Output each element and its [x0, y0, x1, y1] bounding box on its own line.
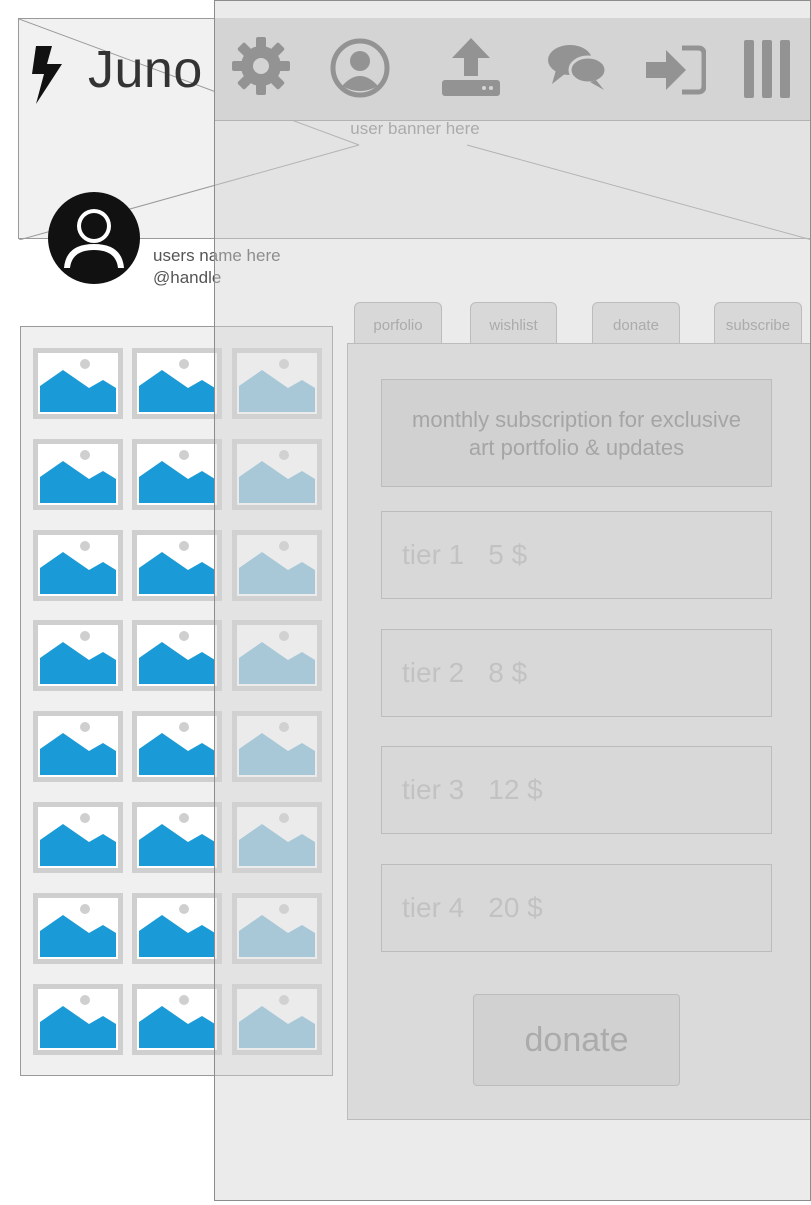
image-placeholder-icon[interactable] — [132, 802, 222, 873]
donate-button[interactable]: donate — [473, 994, 680, 1086]
image-placeholder-icon[interactable] — [132, 438, 222, 510]
image-placeholder-icon[interactable] — [132, 620, 222, 692]
image-placeholder-icon[interactable] — [132, 348, 222, 419]
tier-option-1[interactable]: tier 1 5 $ — [381, 511, 772, 599]
tab-donate[interactable]: donate — [592, 302, 680, 344]
image-placeholder-icon[interactable] — [232, 348, 322, 419]
tier-option-4[interactable]: tier 4 20 $ — [381, 864, 772, 952]
image-placeholder-icon[interactable] — [132, 711, 222, 783]
tier-price: 12 $ — [488, 774, 543, 805]
image-placeholder-icon[interactable] — [33, 802, 123, 873]
image-placeholder-icon[interactable] — [33, 529, 123, 601]
tier-price: 20 $ — [488, 892, 543, 923]
tab-subscribe[interactable]: subscribe — [714, 302, 802, 344]
image-placeholder-icon[interactable] — [232, 983, 322, 1055]
image-placeholder-icon[interactable] — [232, 620, 322, 692]
banner-label: user banner here — [350, 119, 480, 138]
headline-line-1: monthly subscription for exclusive — [412, 407, 741, 432]
image-placeholder-icon[interactable] — [132, 983, 222, 1055]
user-name: users name here — [153, 246, 281, 265]
upload-icon[interactable] — [440, 36, 502, 98]
tier-price: 5 $ — [488, 539, 528, 570]
tab-portfolio[interactable]: porfolio — [354, 302, 442, 344]
tier-price: 8 $ — [488, 657, 528, 688]
lightning-bolt-icon — [32, 46, 62, 104]
image-placeholder-icon[interactable] — [33, 711, 123, 783]
tier-name: tier 2 — [402, 657, 465, 688]
tab-wishlist[interactable]: wishlist — [470, 302, 557, 344]
tier-name: tier 3 — [402, 774, 465, 805]
tier-name: tier 1 — [402, 539, 465, 570]
chat-icon[interactable] — [546, 42, 608, 94]
image-gallery — [20, 326, 333, 1076]
image-placeholder-icon[interactable] — [33, 438, 123, 510]
avatar-icon[interactable] — [48, 192, 140, 284]
image-placeholder-icon[interactable] — [232, 529, 322, 601]
tier-name: tier 4 — [402, 892, 465, 923]
image-placeholder-icon[interactable] — [33, 983, 123, 1055]
top-nav-bar — [214, 18, 811, 121]
user-icon[interactable] — [330, 38, 390, 98]
image-placeholder-icon[interactable] — [33, 892, 123, 964]
image-placeholder-icon[interactable] — [33, 348, 123, 419]
subscription-headline: monthly subscription for exclusive art p… — [381, 379, 772, 487]
image-placeholder-icon[interactable] — [232, 802, 322, 873]
headline-line-2: art portfolio & updates — [468, 435, 685, 460]
login-icon[interactable] — [644, 44, 706, 96]
image-placeholder-icon[interactable] — [33, 620, 123, 692]
menu-icon[interactable] — [742, 38, 794, 100]
gear-icon[interactable] — [230, 35, 292, 97]
image-placeholder-icon[interactable] — [232, 711, 322, 783]
image-placeholder-icon[interactable] — [132, 529, 222, 601]
image-placeholder-icon[interactable] — [132, 892, 222, 964]
user-handle: @handle — [153, 268, 222, 287]
tier-option-2[interactable]: tier 2 8 $ — [381, 629, 772, 717]
image-placeholder-icon[interactable] — [232, 438, 322, 510]
app-title[interactable]: Juno — [88, 40, 203, 100]
image-placeholder-icon[interactable] — [232, 892, 322, 964]
tier-option-3[interactable]: tier 3 12 $ — [381, 746, 772, 834]
